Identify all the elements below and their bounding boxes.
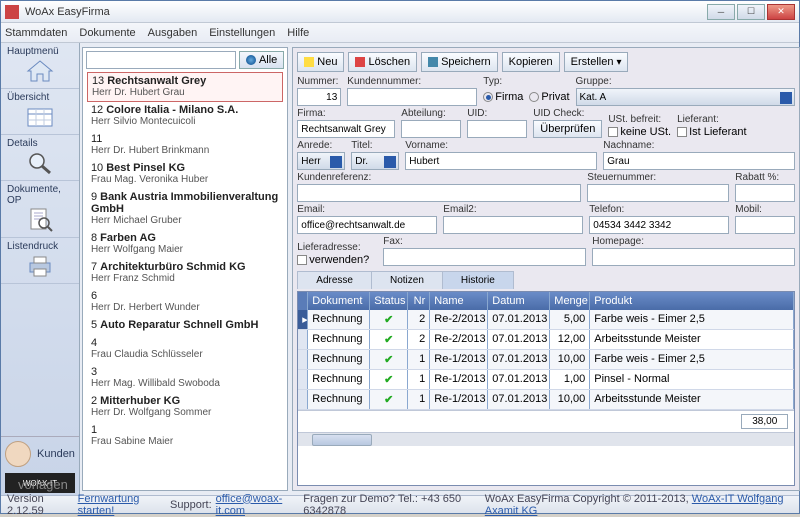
list-item[interactable]: 1 Frau Sabine Maier (87, 422, 283, 451)
loeschen-button[interactable]: Löschen (348, 52, 417, 72)
telefon-input[interactable] (589, 216, 729, 234)
delete-icon (355, 57, 365, 67)
list-item[interactable]: 6 Herr Dr. Herbert Wunder (87, 288, 283, 317)
list-item[interactable]: 11 Herr Dr. Hubert Brinkmann (87, 131, 283, 160)
sidebar-kunden[interactable]: Kunden (1, 436, 79, 471)
check-icon: ✔ (384, 354, 393, 366)
keine-ust-checkbox[interactable]: keine USt. (608, 126, 671, 138)
sidebar-item-hauptmenu[interactable]: Hauptmenü (1, 43, 79, 89)
menu-hilfe[interactable]: Hilfe (287, 27, 309, 39)
check-icon: ✔ (384, 394, 393, 406)
mobil-input[interactable] (735, 216, 795, 234)
list-item[interactable]: 4 Frau Claudia Schlüsseler (87, 335, 283, 364)
new-icon (304, 57, 314, 67)
calendar-icon (24, 104, 56, 130)
list-item[interactable]: 10 Best Pinsel KGFrau Mag. Veronika Hube… (87, 160, 283, 189)
titlebar: WoAx EasyFirma ─ ☐ ✕ (1, 1, 799, 23)
close-button[interactable]: ✕ (767, 4, 795, 20)
anrede-select[interactable]: Herr (297, 152, 345, 170)
tab-historie[interactable]: Historie (442, 271, 514, 289)
table-row[interactable]: Rechnung✔1Re-1/201307.01.201310,00Farbe … (298, 350, 794, 370)
fernwartung-link[interactable]: Fernwartung starten! (78, 493, 166, 517)
kundennummer-input[interactable] (347, 88, 477, 106)
app-window: WoAx EasyFirma ─ ☐ ✕ Stammdaten Dokument… (0, 0, 800, 514)
email-input[interactable] (297, 216, 437, 234)
sidebar: Hauptmenü Übersicht Details Dokumente, O… (1, 43, 80, 495)
tab-adresse[interactable]: Adresse (297, 271, 372, 289)
nummer-input[interactable] (297, 88, 341, 106)
sidebar-item-details[interactable]: Details (1, 135, 79, 181)
globe-icon (246, 55, 256, 65)
grid-total: 38,00 (741, 414, 788, 429)
vendor-logo: WOAX-IT (5, 473, 75, 493)
avatar-icon (5, 441, 31, 467)
titel-select[interactable]: Dr. (351, 152, 399, 170)
check-icon: ✔ (384, 334, 393, 346)
list-item[interactable]: 7 Architekturbüro Schmid KGHerr Franz Sc… (87, 259, 283, 288)
speichern-button[interactable]: Speichern (421, 52, 498, 72)
homepage-input[interactable] (592, 248, 795, 266)
customer-list-panel: Alle 13 Rechtsanwalt GreyHerr Dr. Hubert… (82, 47, 288, 491)
document-search-icon (24, 207, 56, 233)
customer-list[interactable]: 13 Rechtsanwalt GreyHerr Dr. Hubert Grau… (83, 72, 287, 490)
save-icon (428, 57, 438, 67)
table-row[interactable]: Rechnung✔1Re-1/201307.01.20131,00Pinsel … (298, 370, 794, 390)
list-item[interactable]: 9 Bank Austria Immobilienveraltung GmbHH… (87, 189, 283, 230)
gruppe-select[interactable]: Kat. A (576, 88, 796, 106)
typ-firma-radio[interactable]: Firma (483, 91, 523, 103)
rabatt-input[interactable] (735, 184, 795, 202)
grid-hscroll[interactable] (298, 432, 794, 446)
menu-ausgaben[interactable]: Ausgaben (148, 27, 198, 39)
list-item[interactable]: 3 Herr Mag. Willibald Swoboda (87, 364, 283, 393)
list-item[interactable]: 13 Rechtsanwalt GreyHerr Dr. Hubert Grau (87, 72, 283, 102)
vorname-input[interactable] (405, 152, 597, 170)
statusbar: Version 2.12.59 Fernwartung starten! Sup… (1, 495, 799, 513)
sidebar-item-listendruck[interactable]: Listendruck (1, 238, 79, 284)
list-item[interactable]: 8 Farben AGHerr Wolfgang Maier (87, 230, 283, 259)
history-grid: Dokument Status Nr Name Datum Menge Prod… (297, 291, 795, 486)
kundenref-input[interactable] (297, 184, 581, 202)
erstellen-button[interactable]: Erstellen ▾ (564, 52, 629, 72)
minimize-button[interactable]: ─ (707, 4, 735, 20)
magnifier-icon (24, 150, 56, 176)
list-item[interactable]: 2 Mitterhuber KGHerr Dr. Wolfgang Sommer (87, 393, 283, 422)
typ-privat-radio[interactable]: Privat (529, 91, 569, 103)
menu-stammdaten[interactable]: Stammdaten (5, 27, 67, 39)
ist-lieferant-checkbox[interactable]: Ist Lieferant (677, 126, 746, 138)
tab-notizen[interactable]: Notizen (371, 271, 443, 289)
window-title: WoAx EasyFirma (25, 6, 707, 18)
sidebar-item-uebersicht[interactable]: Übersicht (1, 89, 79, 135)
table-row[interactable]: Rechnung✔2Re-2/201307.01.201312,00Arbeit… (298, 330, 794, 350)
steuernr-input[interactable] (587, 184, 729, 202)
list-item[interactable]: 5 Auto Reparatur Schnell GmbH (87, 317, 283, 335)
check-icon: ✔ (384, 374, 393, 386)
menubar: Stammdaten Dokumente Ausgaben Einstellun… (1, 23, 799, 43)
check-icon: ✔ (384, 314, 393, 326)
search-input[interactable] (86, 51, 236, 69)
home-icon (24, 58, 56, 84)
abteilung-input[interactable] (401, 120, 461, 138)
email2-input[interactable] (443, 216, 583, 234)
kopieren-button[interactable]: Kopieren (502, 52, 560, 72)
maximize-button[interactable]: ☐ (737, 4, 765, 20)
sidebar-item-dokumente[interactable]: Dokumente, OP (1, 181, 79, 238)
fax-input[interactable] (383, 248, 586, 266)
printer-icon (24, 253, 56, 279)
table-row[interactable]: Rechnung✔1Re-1/201307.01.201310,00Arbeit… (298, 390, 794, 410)
uid-input[interactable] (467, 120, 527, 138)
verwenden-checkbox[interactable]: verwenden? (297, 254, 377, 266)
app-icon (5, 5, 19, 19)
version-label: Version 2.12.59 (7, 493, 74, 517)
uid-check-button[interactable]: Überprüfen (533, 120, 602, 138)
detail-panel: Neu Löschen Speichern Kopieren Erstellen… (292, 47, 800, 491)
neu-button[interactable]: Neu (297, 52, 344, 72)
menu-dokumente[interactable]: Dokumente (79, 27, 135, 39)
alle-button[interactable]: Alle (239, 51, 284, 69)
support-email-link[interactable]: office@woax-it.com (216, 493, 300, 517)
table-row[interactable]: ▸Rechnung✔2Re-2/201307.01.20135,00Farbe … (298, 310, 794, 330)
menu-einstellungen[interactable]: Einstellungen (209, 27, 275, 39)
firma-input[interactable] (297, 120, 395, 138)
nachname-input[interactable] (603, 152, 795, 170)
list-item[interactable]: 12 Colore Italia - Milano S.A.Herr Silvi… (87, 102, 283, 131)
